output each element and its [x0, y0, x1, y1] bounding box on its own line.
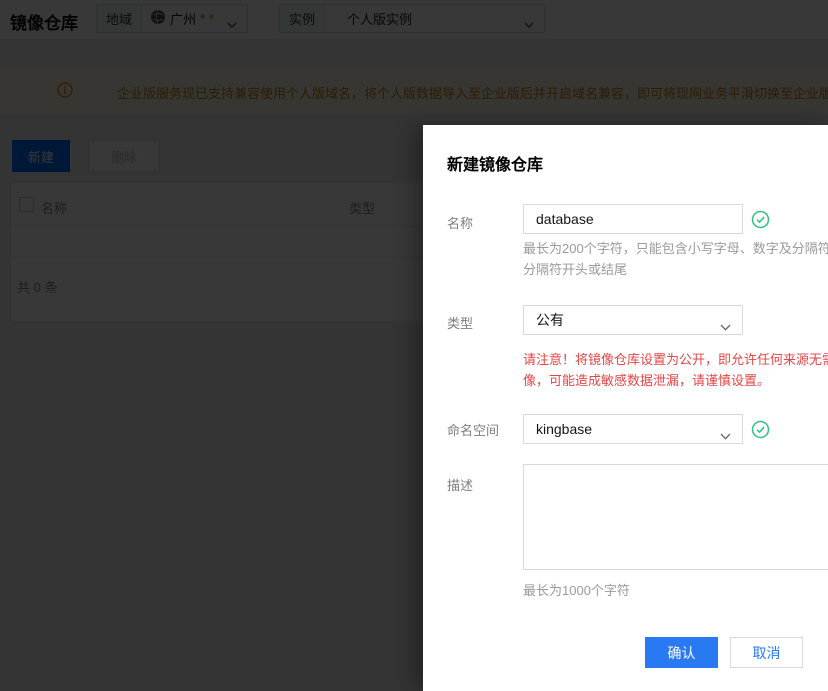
create-repository-drawer: 新建镜像仓库 名称 最长为200个字符，只能包含小写字母、数字及分隔符（ 分隔符…	[423, 125, 828, 691]
description-help-text: 最长为1000个字符	[523, 580, 630, 601]
namespace-select-value: kingbase	[536, 421, 592, 437]
public-warning-text: 请注意！将镜像仓库设置为公开，即允许任何来源无需 像，可能造成敏感数据泄漏，请谨…	[523, 349, 828, 391]
check-circle-icon	[751, 420, 770, 439]
check-circle-icon	[751, 210, 770, 229]
chevron-down-icon	[720, 427, 731, 443]
name-input[interactable]	[523, 204, 743, 234]
type-field-label: 类型	[447, 313, 473, 332]
cancel-button[interactable]: 取消	[730, 637, 803, 668]
type-select[interactable]: 公有	[523, 305, 743, 335]
chevron-down-icon	[720, 318, 731, 334]
description-field-label: 描述	[447, 475, 473, 494]
confirm-button[interactable]: 确认	[645, 637, 718, 668]
drawer-title: 新建镜像仓库	[447, 151, 543, 175]
name-help-text: 最长为200个字符，只能包含小写字母、数字及分隔符（ 分隔符开头或结尾	[523, 238, 828, 280]
description-textarea[interactable]	[523, 464, 828, 570]
namespace-select[interactable]: kingbase	[523, 414, 743, 444]
type-select-value: 公有	[536, 310, 564, 330]
namespace-field-label: 命名空间	[447, 420, 499, 439]
name-field-label: 名称	[447, 213, 473, 232]
